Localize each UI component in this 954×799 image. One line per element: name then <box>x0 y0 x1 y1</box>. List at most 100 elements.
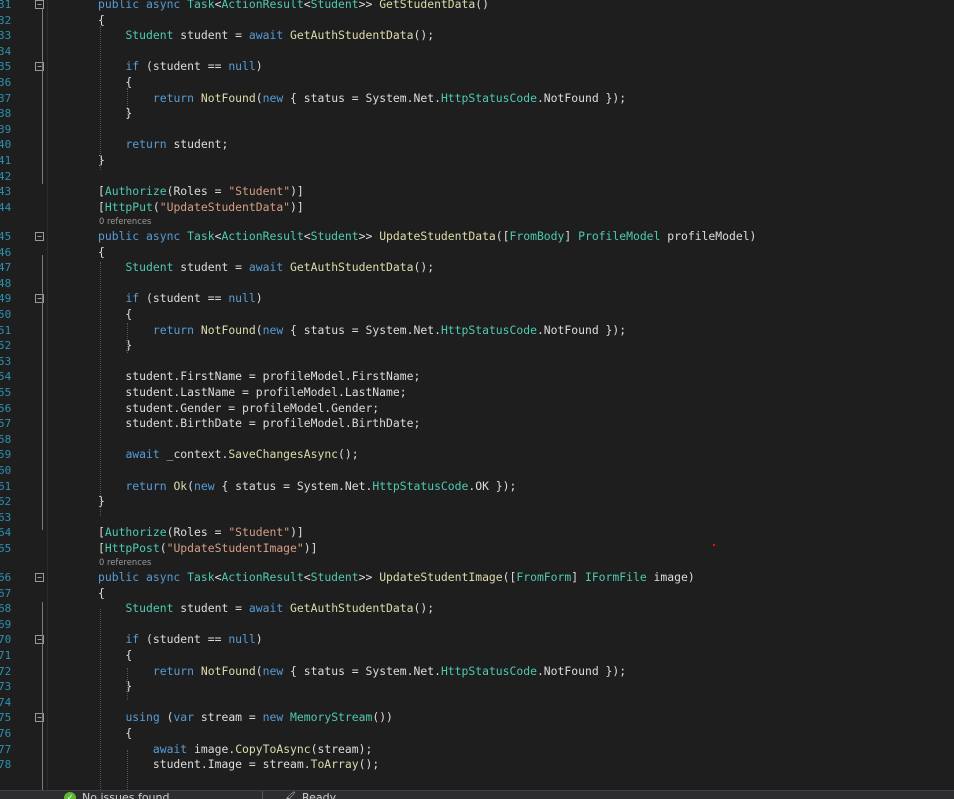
code-token: ( <box>152 199 160 214</box>
code-line[interactable]: 38 } <box>0 106 954 122</box>
code-line[interactable]: 71 { <box>0 648 954 664</box>
code-line[interactable]: 43 [Authorize(Roles = "Student")] <box>0 184 954 200</box>
code-token: { <box>98 585 105 600</box>
code-token: ActionResult <box>221 228 304 243</box>
code-token: < <box>303 570 311 584</box>
references-label[interactable]: 0 references <box>99 215 151 228</box>
code-line[interactable]: 56 student.Gender = profileModel.Gender; <box>0 401 954 417</box>
line-number: 72 <box>0 664 12 678</box>
code-token: >> <box>358 570 380 584</box>
code-token: { status = System.Net. <box>283 322 441 337</box>
line-number: 66 <box>0 571 12 584</box>
code-line[interactable]: 75− using (var stream = new MemoryStream… <box>0 710 954 726</box>
code-line[interactable]: 70− if (student == null) <box>0 632 954 648</box>
indent-guide <box>100 609 101 790</box>
scope-line <box>42 255 43 530</box>
code-line[interactable]: 53 <box>0 354 954 370</box>
code-text: student.Gender = profileModel.Gender; <box>98 401 379 417</box>
code-line[interactable]: 34 <box>0 44 954 60</box>
code-token: ) <box>255 59 263 74</box>
code-line[interactable]: 62} <box>0 494 954 510</box>
code-text: return NotFound(new { status = System.Ne… <box>98 323 626 339</box>
code-line[interactable]: 47 Student student = await GetAuthStuden… <box>0 260 954 276</box>
code-line[interactable]: 74 <box>0 695 954 711</box>
code-line[interactable]: 37 return NotFound(new { status = System… <box>0 91 954 107</box>
code-line[interactable]: 57 student.BirthDate = profileModel.Birt… <box>0 416 954 432</box>
code-line[interactable]: 64 [Authorize(Roles = "Student")] <box>0 525 954 541</box>
line-number: 67 <box>0 586 12 600</box>
code-token: Ok <box>173 478 188 493</box>
code-token: (); <box>338 447 359 462</box>
code-text: [HttpPut("UpdateStudentData")] <box>98 200 304 216</box>
line-number: 60 <box>0 463 12 477</box>
indent-guide <box>127 668 128 700</box>
code-line[interactable]: 41} <box>0 153 954 169</box>
code-line[interactable]: 77 await image.CopyToAsync(stream); <box>0 742 954 758</box>
code-line[interactable]: 44 [HttpPut("UpdateStudentData")] <box>0 200 954 216</box>
fold-minus-icon[interactable]: − <box>35 231 44 241</box>
code-token: { <box>98 306 133 321</box>
code-text: using (var stream = new MemoryStream()) <box>98 710 392 726</box>
code-text: public async Task<ActionResult<Student>>… <box>98 229 756 245</box>
code-line[interactable]: 49− if (student == null) <box>0 291 954 307</box>
code-token: ) <box>255 632 263 647</box>
code-line[interactable]: 66− public async Task<ActionResult<Studen… <box>0 570 954 586</box>
code-line[interactable]: 45− public async Task<ActionResult<Studen… <box>0 229 954 245</box>
fold-minus-icon[interactable]: − <box>35 573 44 582</box>
code-line[interactable]: 58 <box>0 432 954 448</box>
code-line[interactable]: 36 { <box>0 75 954 91</box>
code-line[interactable]: 51 return NotFound(new { status = System… <box>0 323 954 339</box>
code-line[interactable]: 40 return student; <box>0 137 954 153</box>
code-token: ( <box>255 663 263 678</box>
code-token: return <box>152 90 195 105</box>
line-number: 46 <box>0 245 12 259</box>
code-line[interactable]: 61 return Ok(new { status = System.Net.H… <box>0 479 954 495</box>
code-line[interactable]: 32 { <box>0 13 954 29</box>
code-token: HttpStatusCode <box>440 90 537 105</box>
code-token: GetAuthStudentData <box>290 601 414 616</box>
code-line[interactable]: 59 await _context.SaveChangesAsync(); <box>0 447 954 463</box>
code-line[interactable]: 46 { <box>0 245 954 261</box>
references-codelens[interactable]: 0 references <box>0 556 954 569</box>
code-token: GetAuthStudentData <box>290 28 414 43</box>
code-token: using <box>125 710 160 725</box>
code-line[interactable]: 76 { <box>0 726 954 742</box>
code-line[interactable]: 55 student.LastName = profileModel.LastN… <box>0 385 954 401</box>
line-number: 69 <box>0 617 12 631</box>
code-line[interactable]: 67 { <box>0 586 954 602</box>
code-line[interactable]: 69 <box>0 617 954 633</box>
code-line[interactable]: 72 return NotFound(new { status = System… <box>0 664 954 680</box>
code-line[interactable]: 39 <box>0 122 954 138</box>
code-line[interactable]: 42 <box>0 169 954 185</box>
code-token: (); <box>413 260 435 275</box>
references-label[interactable]: 0 references <box>99 556 151 569</box>
line-number: 50 <box>0 307 12 321</box>
code-line[interactable]: 68 Student student = await GetAuthStuden… <box>0 601 954 617</box>
code-token: HttpStatusCode <box>440 322 537 337</box>
code-line[interactable]: 35− if (student == null) <box>0 59 954 75</box>
code-token: NotFound <box>200 663 256 678</box>
code-line[interactable]: 33 Student student = await GetAuthStuden… <box>0 28 954 44</box>
code-line[interactable]: 78 student.Image = stream.ToArray(); <box>0 757 954 773</box>
code-line[interactable]: 60 <box>0 463 954 479</box>
references-codelens[interactable] <box>0 0 954 5</box>
code-line[interactable]: 54 student.FirstName = profileModel.Firs… <box>0 369 954 385</box>
line-number: 37 <box>0 91 12 105</box>
code-token: HttpPost <box>104 540 160 555</box>
code-token: student = <box>173 260 249 275</box>
code-line[interactable]: 48 <box>0 276 954 292</box>
code-line[interactable]: 73 } <box>0 679 954 695</box>
line-number: 32 <box>0 13 12 27</box>
code-line[interactable]: 52 } <box>0 338 954 354</box>
code-editor[interactable]: 31− public async Task<ActionResult<Studen… <box>0 0 954 790</box>
code-token: HttpStatusCode <box>440 663 537 678</box>
code-token: HttpStatusCode <box>372 478 469 493</box>
code-token: student.FirstName = profileModel.FirstNa… <box>98 369 421 384</box>
code-line[interactable]: 63 <box>0 510 954 526</box>
code-token: student; <box>166 137 229 152</box>
references-codelens[interactable]: 0 references <box>0 215 954 228</box>
code-line[interactable]: 50 { <box>0 307 954 323</box>
code-line[interactable]: 65 [HttpPost("UpdateStudentImage")] <box>0 541 954 557</box>
